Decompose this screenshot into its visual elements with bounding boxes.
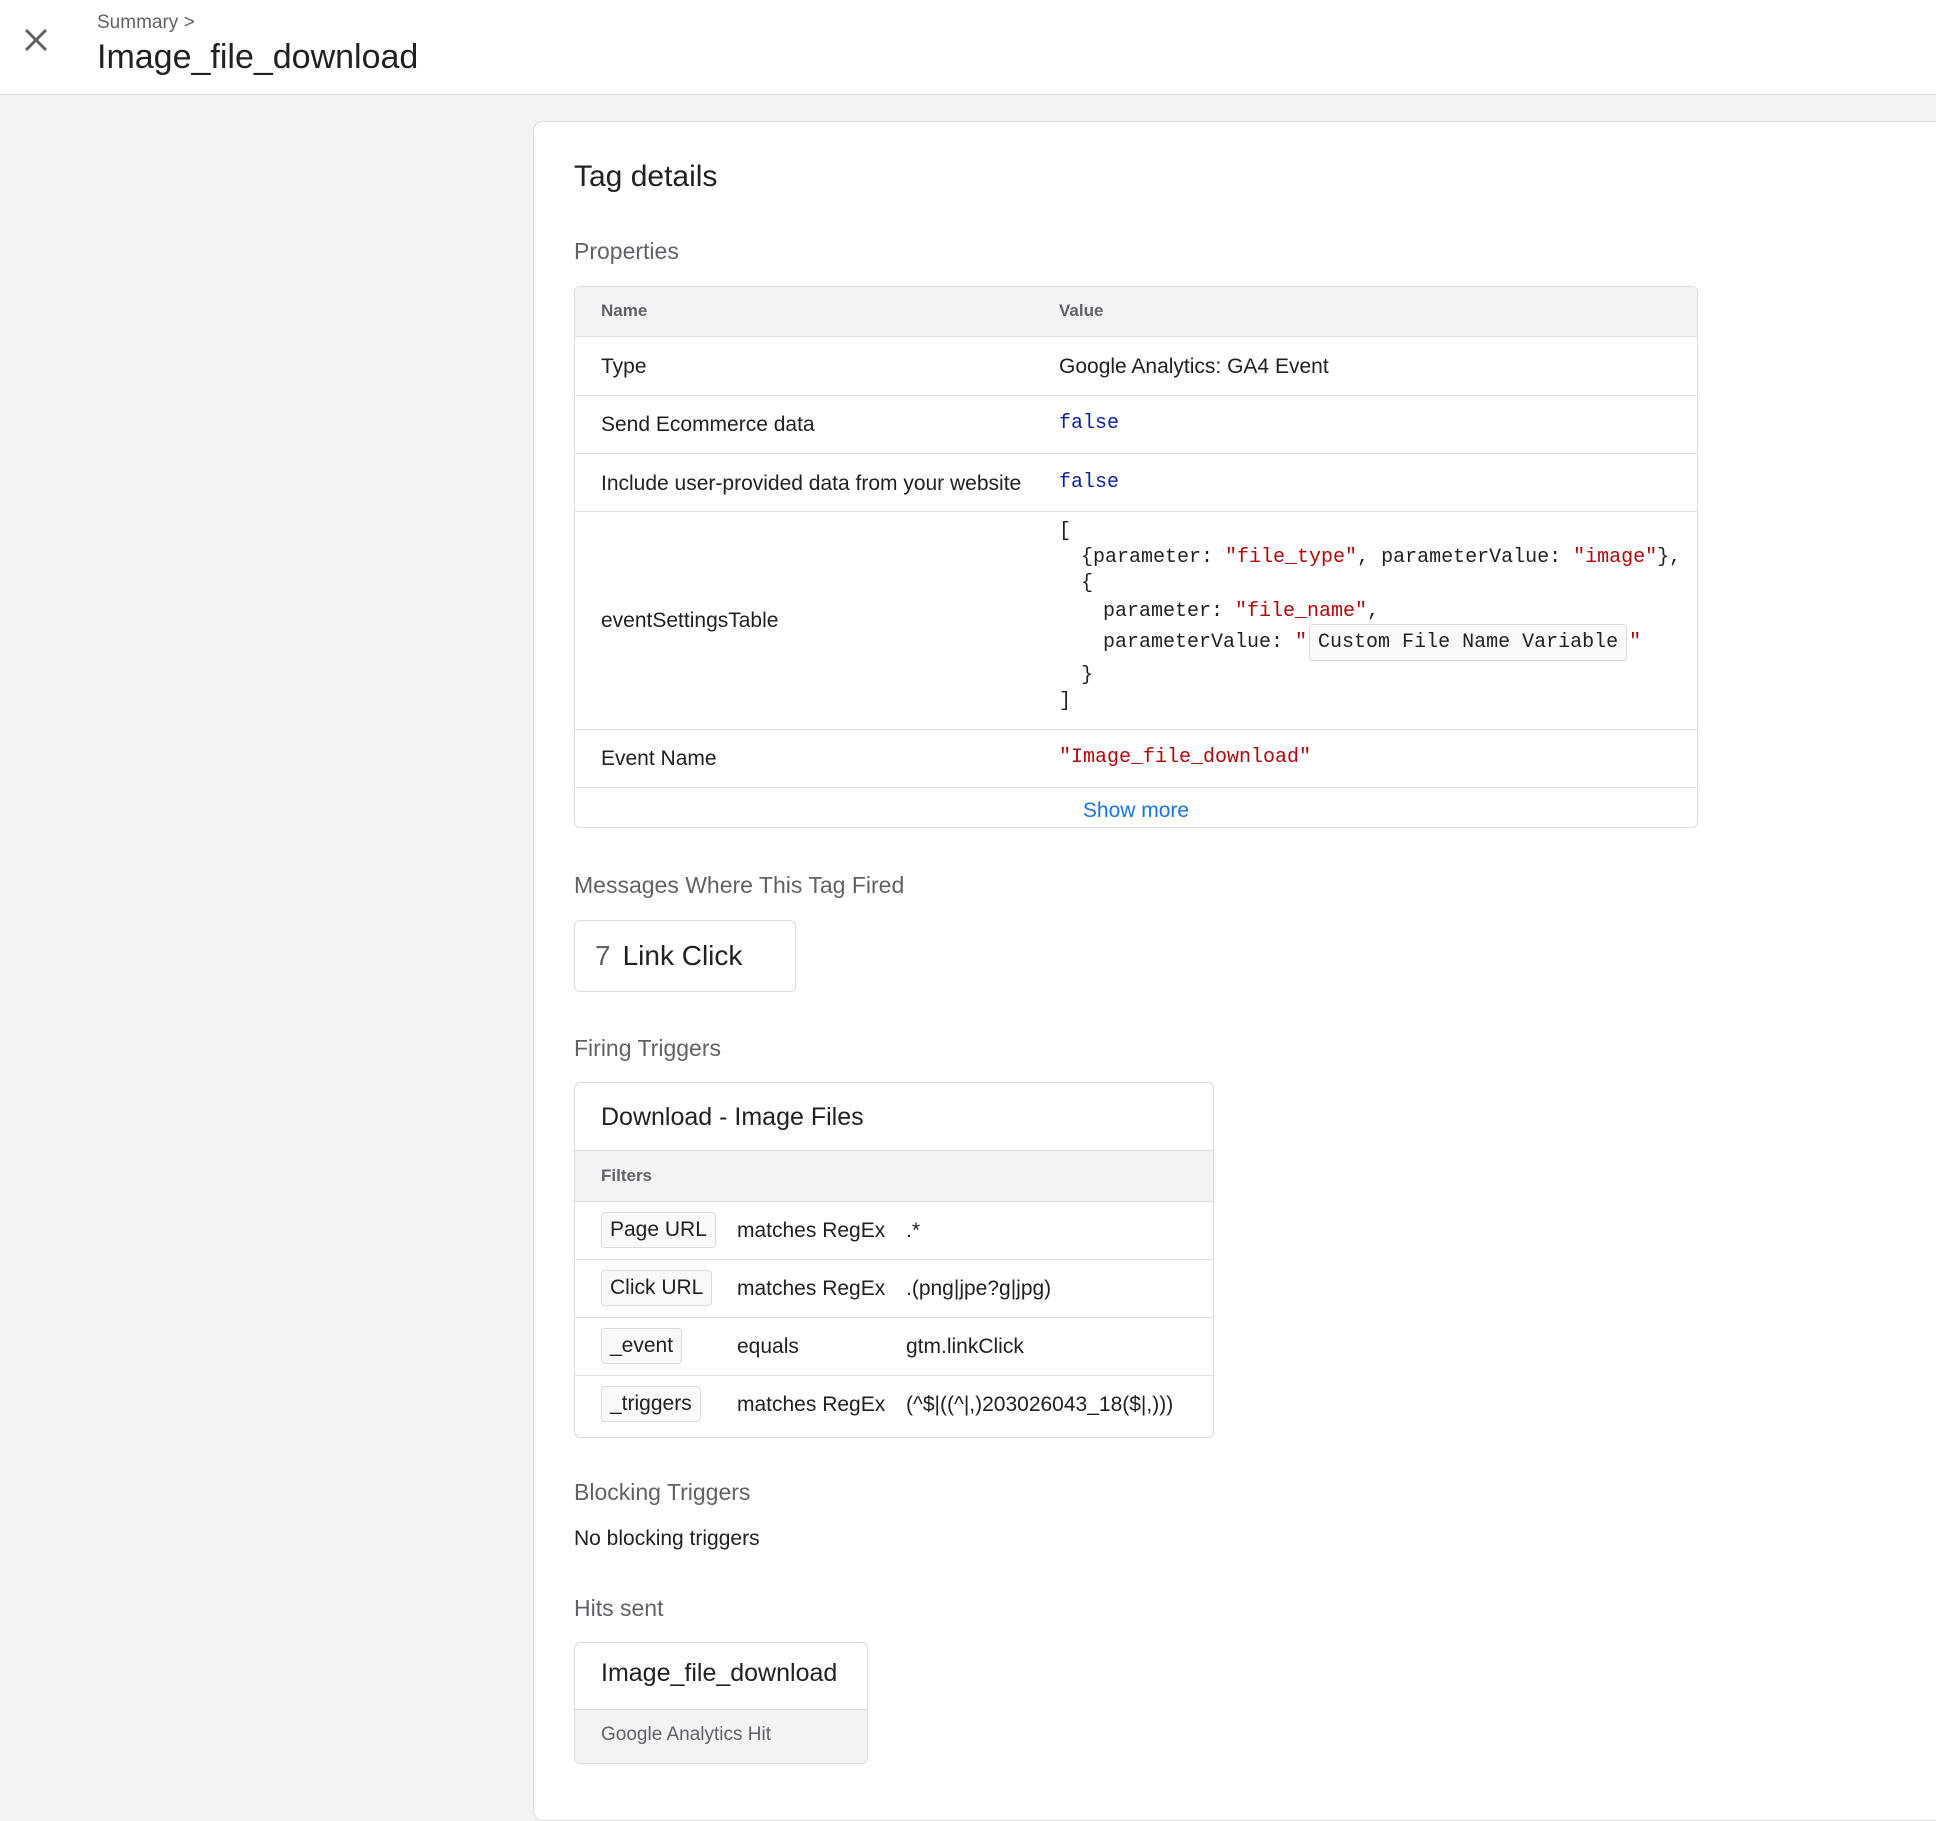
property-name: Type xyxy=(601,355,647,378)
close-button[interactable] xyxy=(14,18,58,62)
filter-value: .* xyxy=(906,1219,921,1242)
properties-section-title: Properties xyxy=(574,238,679,264)
hit-card[interactable]: Image_file_download Google Analytics Hit xyxy=(574,1642,868,1764)
hit-type-footer: Google Analytics Hit xyxy=(575,1709,867,1763)
code-line: parameterValue: " Custom File Name Variab… xyxy=(1103,624,1641,661)
filter-operator: equals xyxy=(737,1335,799,1358)
firing-triggers-section-title: Firing Triggers xyxy=(574,1035,721,1061)
code-token: ] xyxy=(1059,690,1072,713)
table-row: Type Google Analytics: GA4 Event xyxy=(575,337,1697,396)
table-row: Send Ecommerce data false xyxy=(575,396,1697,454)
messages-section-title: Messages Where This Tag Fired xyxy=(574,872,905,898)
filter-row: Page URL matches RegEx .* xyxy=(575,1202,1213,1260)
code-token: , xyxy=(1367,600,1380,623)
code-string: "file_name" xyxy=(1235,600,1368,623)
message-label: Link Click xyxy=(622,940,743,971)
table-row: Event Name "Image_file_download" xyxy=(575,730,1697,788)
code-line: { xyxy=(1081,572,1093,595)
filter-value: .(png|jpe?g|jpg) xyxy=(906,1277,1052,1300)
code-line: parameter: "file_name", xyxy=(1103,600,1379,623)
top-header: Summary > Image_file_download xyxy=(0,0,1936,95)
no-blocking-triggers-text: No blocking triggers xyxy=(574,1527,760,1550)
filter-operator: matches RegEx xyxy=(737,1393,886,1416)
filters-label: Filters xyxy=(601,1166,653,1185)
filter-variable-chip[interactable]: Page URL xyxy=(601,1212,716,1248)
trigger-card: Download - Image Files Filters Page URL … xyxy=(574,1082,1214,1438)
property-value: "Image_file_download" xyxy=(1059,746,1312,769)
code-token: } xyxy=(1081,664,1094,687)
property-name: Send Ecommerce data xyxy=(601,413,815,436)
hit-type: Google Analytics Hit xyxy=(601,1724,772,1745)
code-token: parameter: xyxy=(1103,600,1236,623)
code-token: parameterValue: xyxy=(1103,631,1296,654)
code-token: {parameter: xyxy=(1081,546,1226,569)
tag-details-panel: Tag details Properties Name Value Type G… xyxy=(533,121,1936,1821)
code-token: [ xyxy=(1059,520,1072,543)
filter-variable-chip[interactable]: _event xyxy=(601,1328,683,1364)
code-line: {parameter: "file_type", parameterValue:… xyxy=(1081,546,1681,569)
code-line: [ xyxy=(1059,520,1071,543)
show-more-link[interactable]: Show more xyxy=(575,799,1697,823)
code-string: " xyxy=(1629,631,1642,654)
hits-sent-section-title: Hits sent xyxy=(574,1595,664,1621)
table-row: eventSettingsTable [ {parameter: "file_t… xyxy=(575,512,1697,730)
property-value: false xyxy=(1059,412,1120,435)
code-token: { xyxy=(1081,572,1094,595)
column-header-name: Name xyxy=(601,301,648,320)
property-name: Include user-provided data from your web… xyxy=(601,472,1022,495)
code-string: " xyxy=(1295,631,1308,654)
property-name: eventSettingsTable xyxy=(601,609,779,632)
properties-table: Name Value Type Google Analytics: GA4 Ev… xyxy=(574,286,1698,828)
hit-title: Image_file_download xyxy=(601,1659,838,1687)
filter-row: Click URL matches RegEx .(png|jpe?g|jpg) xyxy=(575,1260,1213,1318)
filter-row: _event equals gtm.linkClick xyxy=(575,1318,1213,1376)
code-line: ] xyxy=(1059,690,1071,713)
message-number: 7 xyxy=(595,940,611,971)
filter-variable-chip[interactable]: _triggers xyxy=(601,1386,701,1422)
message-card[interactable]: 7 Link Click xyxy=(574,920,796,992)
panel-title: Tag details xyxy=(574,160,718,193)
filter-operator: matches RegEx xyxy=(737,1219,886,1242)
filter-variable-chip[interactable]: Click URL xyxy=(601,1270,713,1306)
filter-value: (^$|((^|,)203026043_18($|,))) xyxy=(906,1393,1174,1416)
trigger-name: Download - Image Files xyxy=(601,1103,864,1131)
code-string: "file_type" xyxy=(1225,546,1358,569)
filter-value: gtm.linkClick xyxy=(906,1335,1024,1358)
code-string: "image" xyxy=(1573,546,1658,569)
close-icon[interactable] xyxy=(22,26,50,54)
property-name: Event Name xyxy=(601,747,717,770)
filter-row: _triggers matches RegEx (^$|((^|,)203026… xyxy=(575,1376,1213,1434)
filter-operator: matches RegEx xyxy=(737,1277,886,1300)
breadcrumb[interactable]: Summary > xyxy=(97,12,195,34)
code-token: , parameterValue: xyxy=(1357,546,1574,569)
table-row: Include user-provided data from your web… xyxy=(575,454,1697,512)
code-token: }, xyxy=(1657,546,1682,569)
properties-table-header: Name Value xyxy=(575,287,1697,337)
blocking-triggers-section-title: Blocking Triggers xyxy=(574,1479,751,1505)
property-value: Google Analytics: GA4 Event xyxy=(1059,355,1329,378)
column-header-value: Value xyxy=(1059,301,1104,320)
variable-chip[interactable]: Custom File Name Variable xyxy=(1309,624,1628,661)
page-title: Image_file_download xyxy=(97,38,419,76)
property-value: false xyxy=(1059,471,1120,494)
filters-header: Filters xyxy=(575,1150,1213,1202)
code-line: } xyxy=(1081,664,1093,687)
